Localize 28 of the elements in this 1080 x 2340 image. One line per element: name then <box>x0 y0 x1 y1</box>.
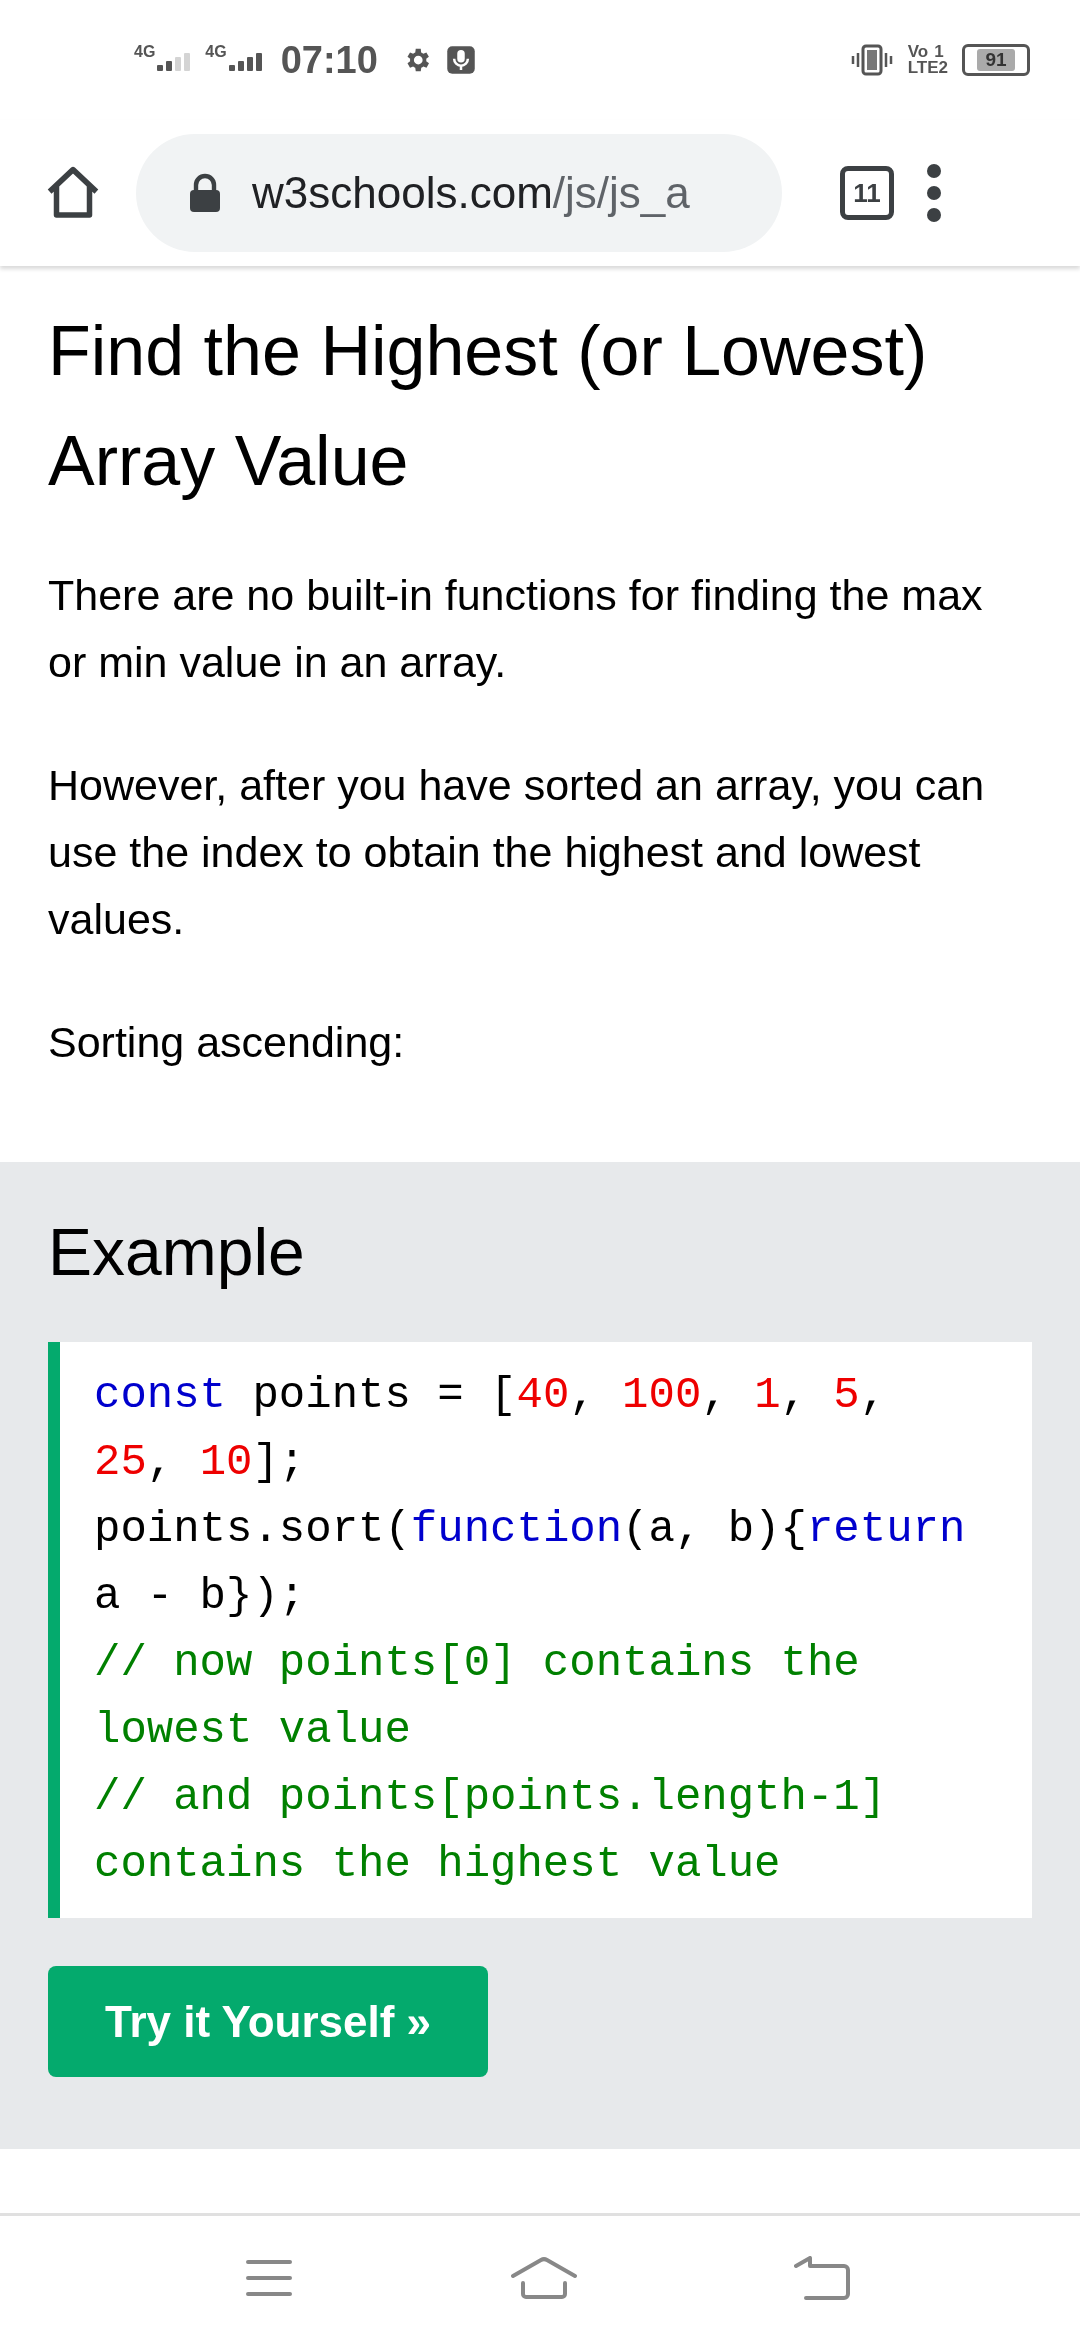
code-line: lowest value <box>94 1704 412 1757</box>
volte-label: Vo <box>907 44 929 60</box>
address-bar[interactable]: w3schools.com/js/js_a <box>136 134 782 252</box>
code-line: // now points[0] contains the <box>94 1637 861 1690</box>
battery-percent: 91 <box>977 49 1015 71</box>
url-text: w3schools.com/js/js_a <box>252 168 690 218</box>
paragraph: There are no built-in functions for finding the max or min value in an array. <box>48 570 984 688</box>
code-line: contains the highest value <box>94 1838 782 1891</box>
code-line: 25, 10]; <box>94 1436 307 1489</box>
page-heading: Find the Highest (or Lowest) Array Value <box>48 311 929 502</box>
paragraph: Sorting ascending: <box>48 1017 406 1068</box>
clock-time: 07:10 <box>280 38 378 82</box>
example-heading: Example <box>48 1214 306 1291</box>
sim-number: 1 <box>934 44 944 60</box>
network-label: 4G <box>134 43 156 61</box>
code-line: points.sort(function(a, b){return <box>94 1503 967 1556</box>
back-icon[interactable] <box>794 2256 850 2300</box>
paragraph: However, after you have sorted an array, you can use the index to obtain the highest and lowest values. <box>48 760 986 945</box>
tab-count-button[interactable]: 11 <box>840 166 894 220</box>
network-label: 4G <box>205 43 227 61</box>
vibrate-icon <box>849 44 894 76</box>
code-line: a - b}); <box>94 1570 307 1623</box>
lte-label: LTE2 <box>907 60 948 76</box>
microphone-icon <box>445 45 476 75</box>
code-line: // and points[points.length-1] <box>94 1771 888 1824</box>
lock-icon <box>188 173 222 213</box>
code-line: const points = [40, 100, 1, 5, <box>94 1369 888 1422</box>
menu-icon[interactable] <box>924 161 944 225</box>
